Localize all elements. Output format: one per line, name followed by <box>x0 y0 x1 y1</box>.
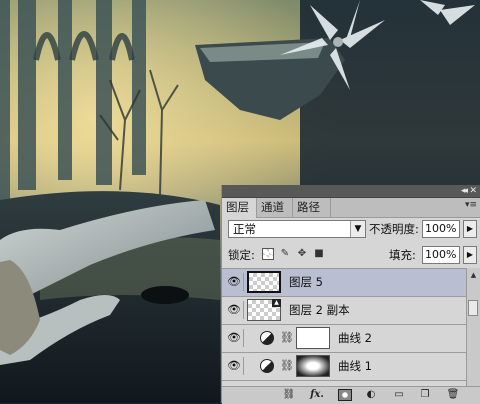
tab-paths[interactable]: 路径 <box>293 198 331 217</box>
lock-row: 锁定: ✎ ✥ ■ 填充: 100% ▶ <box>226 245 477 265</box>
layer-row[interactable]: 👁 图层 5 <box>222 269 466 297</box>
eye-icon[interactable]: 👁 <box>225 273 244 291</box>
lock-label: 锁定: <box>228 248 255 262</box>
eye-icon[interactable]: 👁 <box>225 301 244 319</box>
layer-row[interactable]: 👁 ⛓ 曲线 2 <box>222 325 466 353</box>
chain-icon[interactable]: ⛓ <box>280 358 294 374</box>
layer-name[interactable]: 曲线 1 <box>338 353 372 380</box>
adjustment-layer-icon <box>260 359 274 373</box>
layer-thumbnail <box>247 271 281 293</box>
blend-row: 正常 ▼ 不透明度: 100% ▶ <box>226 219 477 241</box>
smart-object-icon: ▲ <box>272 299 281 307</box>
collapse-panel-icon[interactable]: ◂◂ <box>461 185 468 197</box>
panel-bottom-toolbar: ⛓ fx. ◐ ▭ ❐ 🗑 <box>222 386 480 404</box>
folder-icon[interactable]: ▭ <box>392 389 406 401</box>
lock-position-icon[interactable]: ✥ <box>296 248 308 260</box>
layer-name[interactable]: 曲线 2 <box>338 325 372 352</box>
opacity-label: 不透明度: <box>369 222 419 236</box>
fill-slider-button[interactable]: ▶ <box>463 246 477 264</box>
layer-mask-thumbnail[interactable] <box>296 327 330 349</box>
layer-mask-thumbnail[interactable] <box>296 355 330 377</box>
layer-name[interactable]: 图层 2 副本 <box>289 297 350 324</box>
scroll-up-icon[interactable]: ▲ <box>467 269 480 281</box>
opacity-slider-button[interactable]: ▶ <box>463 220 477 238</box>
scroll-thumb[interactable] <box>468 300 478 316</box>
lock-pixels-icon[interactable]: ✎ <box>279 248 291 260</box>
close-panel-icon[interactable]: ✕ <box>469 185 477 197</box>
panel-title-bar[interactable]: ◂◂ ✕ <box>222 185 480 198</box>
blend-mode-value: 正常 <box>233 222 256 236</box>
mask-icon[interactable] <box>338 389 352 401</box>
adjustment-icon[interactable]: ◐ <box>364 389 378 401</box>
layer-row[interactable]: 👁 ⛓ 曲线 1 <box>222 353 466 381</box>
fx-icon[interactable]: fx. <box>310 389 324 401</box>
layer-name[interactable]: 图层 5 <box>289 269 323 296</box>
eye-icon[interactable]: 👁 <box>225 357 244 375</box>
trash-icon[interactable]: 🗑 <box>446 389 460 401</box>
eye-icon[interactable]: 👁 <box>225 329 244 347</box>
panel-tabs: 图层 通道 路径 ▾≡ <box>222 198 480 218</box>
chain-icon[interactable]: ⛓ <box>280 330 294 346</box>
layer-list: 👁 图层 5 👁 ▲ 图层 2 副本 👁 ⛓ 曲线 2 👁 ⛓ 曲线 1 <box>222 268 466 387</box>
blend-mode-select[interactable]: 正常 ▼ <box>228 220 366 238</box>
adjustment-layer-icon <box>260 331 274 345</box>
tab-layers[interactable]: 图层 <box>222 198 257 218</box>
fill-input[interactable]: 100% <box>422 246 460 264</box>
chevron-down-icon[interactable]: ▼ <box>350 221 365 237</box>
fill-label: 填充: <box>389 248 416 262</box>
opacity-input[interactable]: 100% <box>422 220 460 238</box>
layer-row[interactable]: 👁 ▲ 图层 2 副本 <box>222 297 466 325</box>
panel-menu-icon[interactable]: ▾≡ <box>465 200 477 210</box>
link-icon[interactable]: ⛓ <box>282 389 296 401</box>
new-layer-icon[interactable]: ❐ <box>418 389 432 401</box>
tab-channels[interactable]: 通道 <box>257 198 293 217</box>
layer-thumbnail: ▲ <box>247 299 281 321</box>
lock-all-icon[interactable]: ■ <box>313 248 325 260</box>
layer-list-scrollbar[interactable]: ▲ <box>466 268 480 386</box>
lock-transparent-icon[interactable] <box>262 248 274 260</box>
layers-panel: ◂◂ ✕ 图层 通道 路径 ▾≡ 正常 ▼ 不透明度: 100% ▶ 锁定: ✎… <box>221 185 480 404</box>
